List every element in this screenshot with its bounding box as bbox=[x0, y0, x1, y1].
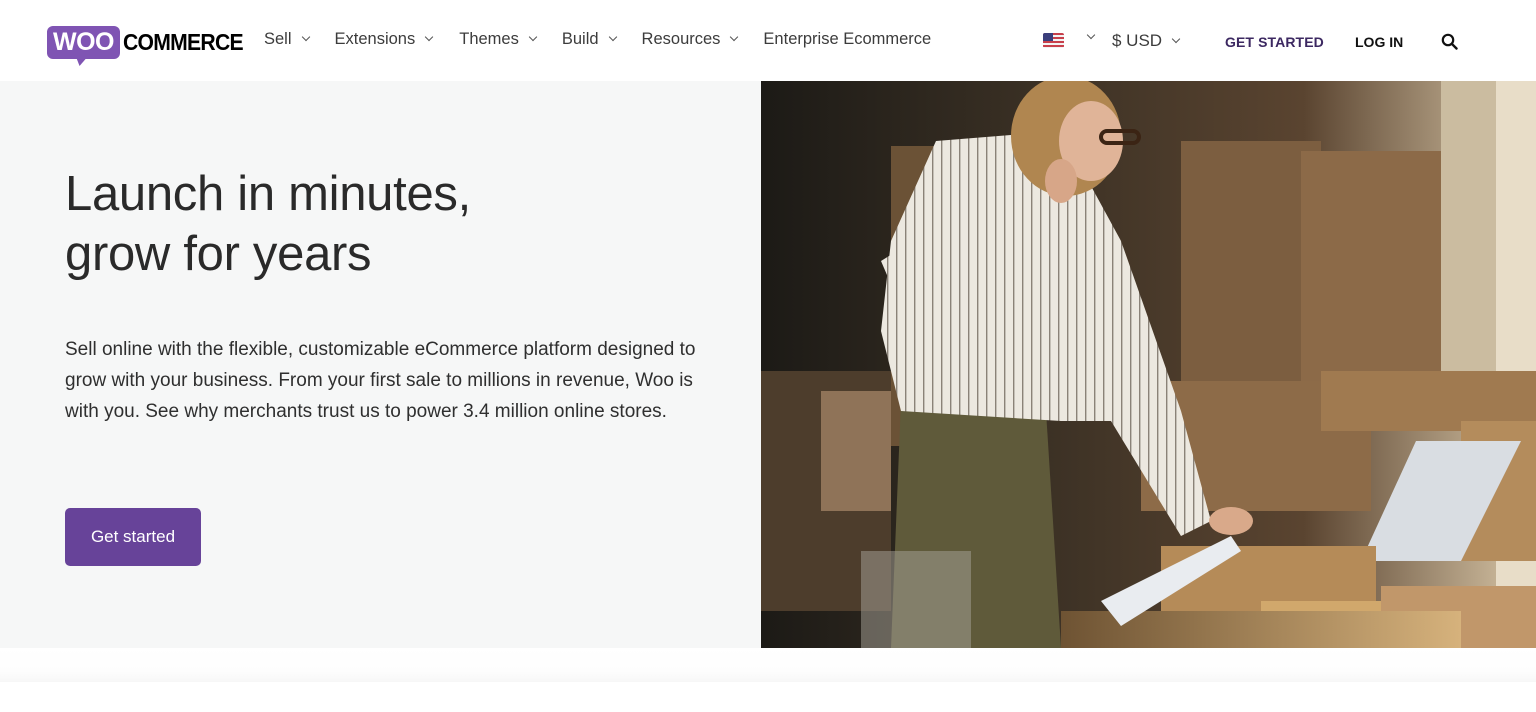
search-icon[interactable] bbox=[1441, 33, 1458, 50]
nav-item-label: Enterprise Ecommerce bbox=[763, 29, 932, 48]
nav-item-label: Extensions bbox=[334, 29, 416, 48]
nav-item-build[interactable]: Build bbox=[561, 29, 617, 49]
us-flag-icon[interactable] bbox=[1043, 33, 1064, 48]
nav-item-sell[interactable]: Sell bbox=[264, 29, 310, 49]
logo-woo-badge: WOO bbox=[47, 25, 120, 59]
nav-item-label: Resources bbox=[641, 29, 721, 48]
get-started-link[interactable]: GET STARTED bbox=[1225, 34, 1324, 50]
login-link[interactable]: LOG IN bbox=[1355, 34, 1403, 50]
hero-title-line-1: Launch in minutes, bbox=[65, 167, 471, 221]
currency-label: $ USD bbox=[1112, 31, 1163, 50]
nav-item-label: Themes bbox=[459, 29, 519, 48]
hero-description: Sell online with the flexible, customiza… bbox=[65, 339, 696, 422]
chevron-down-icon bbox=[301, 32, 310, 42]
chevron-down-icon bbox=[730, 32, 739, 42]
hero-title: Launch in minutes, grow for years bbox=[65, 164, 471, 284]
chevron-down-icon bbox=[424, 32, 434, 42]
nav-item-label: Sell bbox=[264, 29, 292, 48]
chevron-down-icon bbox=[608, 32, 617, 42]
chevron-down-icon bbox=[1171, 34, 1181, 44]
flag-canton bbox=[1043, 33, 1053, 41]
hero-image bbox=[761, 81, 1536, 648]
get-started-button[interactable]: Get started bbox=[65, 508, 201, 566]
site-header: WOO COMMERCE Sell Extensions Themes Buil… bbox=[0, 0, 1536, 81]
main-nav: Sell Extensions Themes Build Resources E… bbox=[264, 28, 931, 50]
currency-selector[interactable]: $ USD bbox=[1112, 31, 1181, 51]
section-divider bbox=[0, 648, 1536, 682]
nav-item-extensions[interactable]: Extensions bbox=[334, 29, 434, 49]
nav-item-label: Build bbox=[561, 29, 599, 48]
logo-commerce-text: COMMERCE bbox=[123, 28, 244, 55]
next-section bbox=[0, 682, 1536, 712]
chevron-down-icon[interactable] bbox=[1086, 30, 1096, 40]
hero-photo-illustration bbox=[761, 81, 1536, 648]
woocommerce-logo[interactable]: WOO COMMERCE bbox=[47, 22, 253, 62]
nav-item-themes[interactable]: Themes bbox=[459, 29, 538, 49]
nav-item-enterprise-ecommerce[interactable]: Enterprise Ecommerce bbox=[763, 30, 931, 49]
chevron-down-icon bbox=[528, 32, 538, 42]
nav-item-resources[interactable]: Resources bbox=[641, 29, 739, 49]
hero-title-line-2: grow for years bbox=[65, 227, 372, 281]
